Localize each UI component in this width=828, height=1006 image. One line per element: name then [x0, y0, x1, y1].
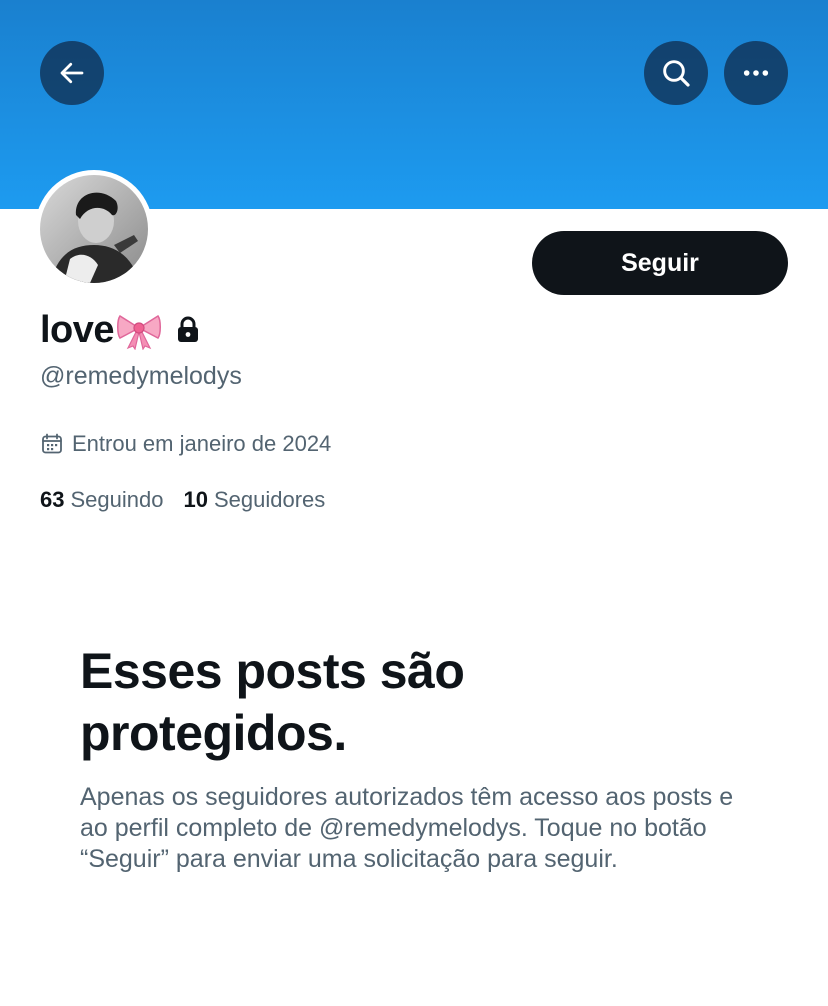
follow-stats: 63 Seguindo 10 Seguidores [40, 486, 325, 514]
avatar[interactable] [40, 175, 148, 283]
followers-count: 10 [183, 487, 208, 512]
following-link[interactable]: 63 Seguindo [40, 487, 163, 513]
more-options-button[interactable] [724, 41, 788, 105]
avatar-frame [35, 170, 153, 288]
search-icon [660, 57, 692, 89]
following-count: 63 [40, 487, 65, 512]
more-horizontal-icon [740, 57, 772, 89]
calendar-icon [40, 432, 64, 456]
following-label: Seguindo [70, 487, 164, 512]
profile-name-row: love [40, 306, 200, 354]
display-name: love [40, 308, 115, 351]
back-button[interactable] [40, 41, 104, 105]
protected-posts-title: Esses posts são protegidos. [80, 643, 465, 761]
joined-date-text: Entrou em janeiro de 2024 [72, 431, 332, 456]
followers-link[interactable]: 10 Seguidores [183, 487, 325, 513]
followers-label: Seguidores [213, 487, 326, 512]
joined-date: Entrou em janeiro de 2024 [40, 430, 331, 458]
username-handle: @remedymelodys [40, 362, 242, 390]
ribbon-bow-icon [116, 310, 162, 350]
protected-posts-description: Apenas os seguidores autorizados têm ace… [80, 783, 734, 873]
arrow-left-icon [57, 58, 87, 88]
search-button[interactable] [644, 41, 708, 105]
lock-icon [176, 316, 200, 344]
follow-button[interactable]: Seguir [532, 231, 788, 295]
